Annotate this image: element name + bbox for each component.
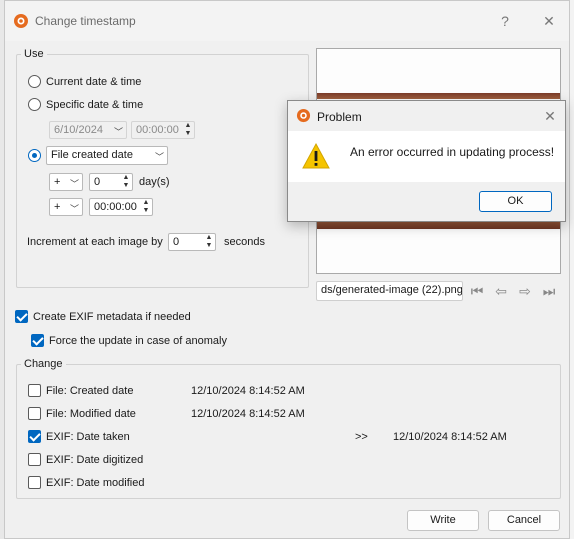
specific-date-value: 6/10/2024 bbox=[54, 124, 103, 136]
title-bar: Change timestamp ? ✕ bbox=[5, 1, 569, 41]
ok-button[interactable]: OK bbox=[479, 191, 552, 212]
offset-days-sign: + bbox=[54, 176, 61, 188]
change-row-value: 12/10/2024 8:14:52 AM bbox=[191, 408, 305, 420]
spinner-icon: ▲ ▼ bbox=[184, 122, 192, 137]
increment-unit: seconds bbox=[224, 236, 265, 248]
specific-time-value: 00:00:00 bbox=[136, 124, 179, 136]
dialog-title: Problem bbox=[317, 110, 362, 124]
offset-days-sign-select[interactable]: + ﹀ bbox=[49, 173, 83, 191]
change-row-label: EXIF: Date taken bbox=[46, 431, 130, 443]
increment-value: 0 bbox=[173, 236, 180, 248]
force-update-checkbox[interactable] bbox=[31, 334, 44, 347]
dialog-message: An error occurred in updating process! bbox=[350, 145, 555, 159]
change-row-label: File: Modified date bbox=[46, 408, 136, 420]
preview-filename-field: ds/generated-image (22).png bbox=[316, 281, 463, 301]
problem-dialog: Problem ✕ An error occurred in updating … bbox=[287, 100, 566, 222]
change-row-label: EXIF: Date modified bbox=[46, 477, 145, 489]
specific-date-picker[interactable]: 6/10/2024 ﹀ bbox=[49, 121, 127, 139]
exif-date-modified-checkbox[interactable] bbox=[28, 476, 41, 489]
file-date-source-value: File created date bbox=[51, 149, 133, 161]
app-logo-icon bbox=[296, 108, 311, 123]
change-row-value: 12/10/2024 8:14:52 AM bbox=[191, 385, 305, 397]
cancel-button[interactable]: Cancel bbox=[488, 510, 560, 531]
change-row-label: File: Created date bbox=[46, 385, 134, 397]
write-button[interactable]: Write bbox=[407, 510, 479, 531]
next-icon[interactable]: ⇨ bbox=[515, 281, 535, 301]
file-date-radio[interactable] bbox=[28, 149, 41, 162]
offset-time-value: 00:00:00 bbox=[94, 201, 137, 213]
change-row-label: EXIF: Date digitized bbox=[46, 454, 144, 466]
preview-image-bottom-edge bbox=[317, 221, 560, 229]
create-exif-label: Create EXIF metadata if needed bbox=[33, 311, 191, 323]
window-title: Change timestamp bbox=[35, 14, 136, 28]
dialog-close-button[interactable]: ✕ bbox=[538, 104, 562, 128]
preview-image-top-edge bbox=[317, 93, 560, 99]
file-date-source-select[interactable]: File created date ﹀ bbox=[46, 146, 168, 165]
current-date-label: Current date & time bbox=[46, 76, 142, 88]
file-modified-checkbox[interactable] bbox=[28, 407, 41, 420]
spinner-icon: ▲ ▼ bbox=[205, 234, 213, 249]
offset-days-value: 0 bbox=[94, 176, 101, 188]
specific-date-label: Specific date & time bbox=[46, 99, 144, 111]
change-timestamp-window: Change timestamp ? ✕ Use Current date & … bbox=[4, 0, 570, 539]
file-created-checkbox[interactable] bbox=[28, 384, 41, 397]
last-icon[interactable]: ⏭ bbox=[539, 281, 559, 301]
increment-input[interactable]: 0 ▲ ▼ bbox=[168, 233, 216, 251]
first-icon[interactable]: ⏮ bbox=[467, 281, 487, 301]
specific-time-input[interactable]: 00:00:00 ▲ ▼ bbox=[131, 121, 195, 139]
specific-date-radio[interactable] bbox=[28, 98, 41, 111]
dialog-body: An error occurred in updating process! bbox=[288, 131, 565, 182]
warning-triangle-icon bbox=[302, 142, 330, 169]
exif-date-taken-checkbox[interactable] bbox=[28, 430, 41, 443]
app-logo-icon bbox=[14, 14, 28, 28]
spinner-icon: ▲ ▼ bbox=[142, 199, 150, 214]
offset-days-unit: day(s) bbox=[139, 176, 170, 188]
increment-label: Increment at each image by bbox=[27, 236, 163, 248]
chevron-down-icon: ﹀ bbox=[69, 204, 79, 214]
change-row-new-value: 12/10/2024 8:14:52 AM bbox=[393, 431, 507, 443]
create-exif-checkbox[interactable] bbox=[15, 310, 28, 323]
preview-filename: ds/generated-image (22).png bbox=[321, 284, 463, 296]
chevron-down-icon: ﹀ bbox=[69, 179, 79, 189]
spinner-icon: ▲ ▼ bbox=[122, 174, 130, 189]
use-group bbox=[16, 54, 309, 288]
offset-time-sign-select[interactable]: + ﹀ bbox=[49, 198, 83, 216]
offset-time-input[interactable]: 00:00:00 ▲ ▼ bbox=[89, 198, 153, 216]
chevron-down-icon: ﹀ bbox=[113, 127, 123, 137]
chevron-down-icon: ﹀ bbox=[154, 152, 164, 162]
use-group-title: Use bbox=[21, 48, 47, 60]
current-date-radio[interactable] bbox=[28, 75, 41, 88]
exif-date-digitized-checkbox[interactable] bbox=[28, 453, 41, 466]
offset-days-input[interactable]: 0 ▲ ▼ bbox=[89, 173, 133, 191]
help-button[interactable]: ? bbox=[493, 9, 517, 33]
previous-icon[interactable]: ⇦ bbox=[491, 281, 511, 301]
offset-time-sign: + bbox=[54, 201, 61, 213]
close-button[interactable]: ✕ bbox=[537, 9, 561, 33]
change-group-title: Change bbox=[21, 358, 66, 370]
change-arrow: >> bbox=[355, 431, 368, 443]
force-update-label: Force the update in case of anomaly bbox=[49, 335, 227, 347]
